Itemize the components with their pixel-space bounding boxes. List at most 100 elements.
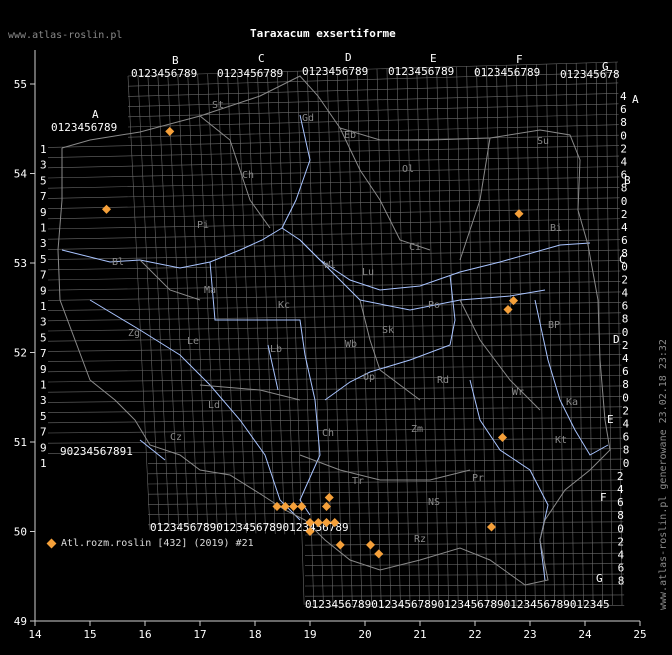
occurrence-point [514, 209, 524, 219]
region-label: Pr [472, 473, 484, 484]
grid-digit-col-right: 2 [620, 142, 627, 155]
grid-digit-col-left: 7 [40, 347, 47, 360]
grid-digit-col-left: 1 [40, 143, 47, 156]
region-label: Cz [170, 432, 182, 443]
region-label: Pi [197, 220, 209, 231]
occurrence-point [503, 305, 513, 315]
grid-digit-col-left: 7 [40, 190, 47, 203]
grid-digit-col-right: 2 [621, 273, 628, 286]
grid-hline [127, 61, 619, 77]
grid-digit-col-left: 5 [40, 253, 47, 266]
grid-digit-col-right: 6 [620, 103, 627, 116]
grid-hline [47, 427, 623, 434]
region-label: Le [187, 336, 199, 347]
grid-digit-col-right: 6 [622, 365, 629, 378]
border-line [459, 299, 541, 411]
legend-label: Atl.rozm.roslin [432] (2019) #21 [61, 538, 254, 549]
grid-digit-col-right: 4 [621, 156, 628, 169]
grid-digit-col-right: 4 [620, 90, 627, 103]
grid-digit-col-right: 0 [622, 391, 629, 404]
grid-hline [47, 417, 623, 424]
border-line [299, 454, 471, 481]
grid-digit-col-right: 4 [618, 549, 625, 562]
border-line [359, 299, 421, 401]
occurrence-point [365, 540, 376, 550]
grid-digit-col-right: 8 [618, 575, 625, 588]
x-tick-label: 23 [523, 628, 536, 641]
grid-digit-col-right: 6 [618, 562, 625, 575]
grid-digit-col-left: 9 [40, 206, 47, 219]
grid-digit-col-right: 8 [617, 509, 624, 522]
grid-hline [47, 176, 620, 189]
grid-digit-col-right: 0 [622, 326, 629, 339]
grid-digit-col-left: 1 [40, 300, 47, 313]
grid-digit-col-left: 1 [40, 457, 47, 470]
grid-digit-col-right: 0 [621, 195, 628, 208]
grid-digit-col-right: 6 [622, 300, 629, 313]
grid-letter-top: C [258, 52, 265, 65]
occurrence-point [335, 540, 345, 550]
grid-hline [127, 82, 619, 97]
region-label: Ld [208, 400, 220, 411]
generated-note: www.atlas-roslin.pl generowane 23.02.18 … [658, 339, 669, 610]
x-tick-label: 20 [358, 628, 371, 641]
grid-hline [147, 500, 624, 505]
grid-digit-row-top: 0123456789 [131, 67, 197, 80]
grid-letter-right: C [619, 253, 626, 266]
region-label: Su [537, 136, 549, 147]
region-label: Zm [411, 424, 423, 435]
grid-hline [304, 584, 625, 587]
grid-letter-right: F [600, 491, 607, 504]
grid-hline [127, 93, 619, 107]
grid-hline [47, 448, 623, 454]
grid-digit-col-right: 0 [617, 522, 624, 535]
grid-digit-col-left: 3 [40, 316, 47, 329]
river-line [61, 227, 283, 269]
grid-digit-col-right: 8 [622, 313, 629, 326]
site-url[interactable]: www.atlas-roslin.pl [8, 30, 122, 41]
grid-digit-col-left: 5 [40, 174, 47, 187]
region-label: Lb [270, 344, 282, 355]
region-label: Tr [352, 476, 364, 487]
grid-hline [47, 396, 622, 403]
grid-digit-row-top: 0123456789 [51, 121, 117, 134]
grid-vline [247, 72, 266, 534]
grid-hline [47, 249, 621, 260]
grid-digit-col-right: 4 [622, 287, 629, 300]
grid-digit-row-bottom: 90234567891 [60, 445, 133, 458]
grid-digit-col-left: 3 [40, 237, 47, 250]
grid-hline [127, 72, 619, 87]
grid-hline [47, 406, 622, 413]
grid-hline [47, 437, 623, 444]
grid-digit-col-right: 0 [620, 129, 627, 142]
region-label: Ka [566, 397, 578, 408]
grid-digit-col-left: 7 [40, 426, 47, 439]
grid-letter-right: A [632, 93, 639, 106]
region-label: Ch [322, 428, 334, 439]
grid-hline [47, 166, 620, 179]
grid-vline [167, 74, 189, 532]
grid-digit-row-top: 012345678 [560, 68, 620, 81]
occurrence-point [165, 126, 175, 136]
region-label: St [212, 100, 224, 111]
grid-letter-top: D [345, 51, 352, 64]
occurrence-point [324, 492, 334, 503]
grid-digit-col-right: 2 [622, 339, 629, 352]
map-title: Taraxacum exsertiforme [250, 27, 396, 40]
region-label: Eb [344, 130, 356, 141]
region-label: Wb [345, 339, 357, 350]
grid-vline [137, 75, 160, 531]
grid-digit-col-right: 4 [621, 221, 628, 234]
region-label: BP [548, 320, 560, 331]
grid-hline [47, 145, 619, 158]
grid-digit-col-right: 2 [617, 535, 624, 548]
grid-digit-col-right: 6 [623, 431, 630, 444]
grid-hline [47, 155, 620, 169]
grid-vline [237, 72, 257, 534]
grid-digit-col-right: 8 [622, 378, 629, 391]
x-tick-label: 24 [578, 628, 592, 641]
grid-hline [47, 364, 622, 373]
region-label: Wr [512, 387, 524, 398]
region-label: Bl [112, 257, 124, 268]
grid-vline [157, 75, 180, 531]
